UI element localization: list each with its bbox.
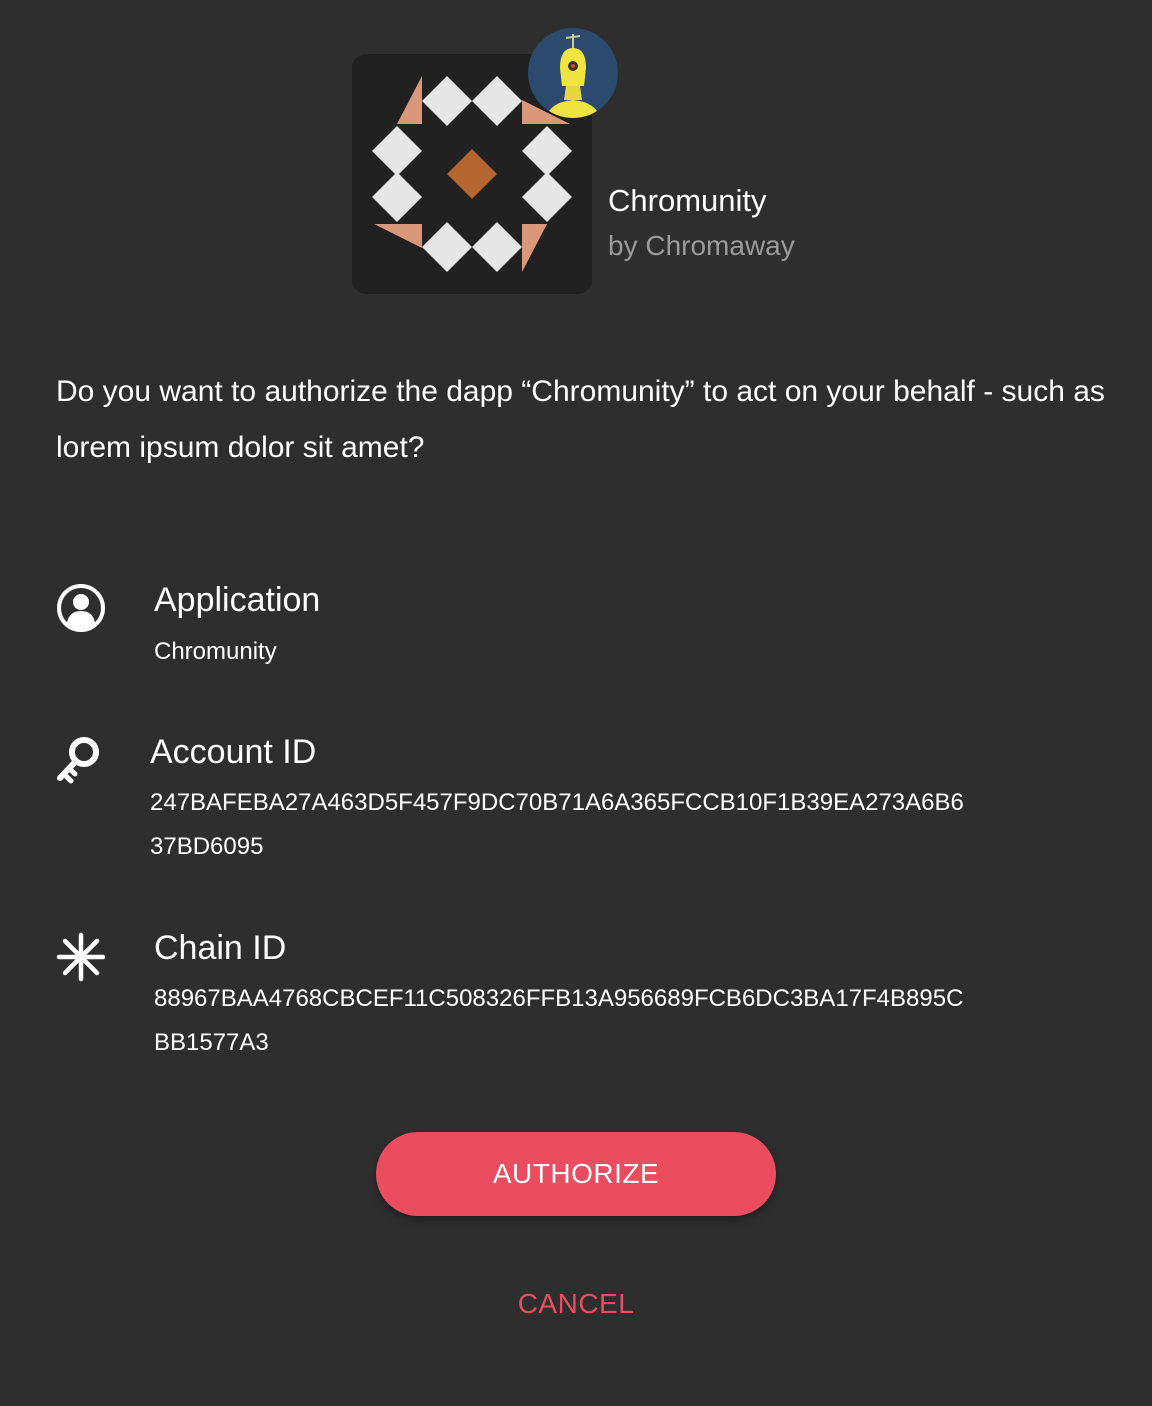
account-id-value: 247BAFEBA27A463D5F457F9DC70B71A6A365FCCB… [150,789,964,860]
key-icon [57,737,99,784]
chain-id-value: 88967BAA4768CBCEF11C508326FFB13A956689FC… [154,985,964,1056]
dapp-name: Chromunity [608,183,767,218]
account-id-label: Account ID [150,733,317,771]
robot-avatar-icon [546,34,600,118]
cancel-button[interactable]: CANCEL [426,1276,726,1332]
authorization-question: Do you want to authorize the dapp “Chrom… [56,375,1105,464]
dapp-author: by Chromaway [608,230,795,261]
authorize-button[interactable]: AUTHORIZE [376,1132,776,1216]
application-value: Chromunity [154,638,277,665]
application-label: Application [154,581,321,619]
user-avatar [528,28,618,118]
asterisk-icon [56,932,106,982]
chain-id-label: Chain ID [154,929,287,967]
user-circle-icon [57,584,105,632]
